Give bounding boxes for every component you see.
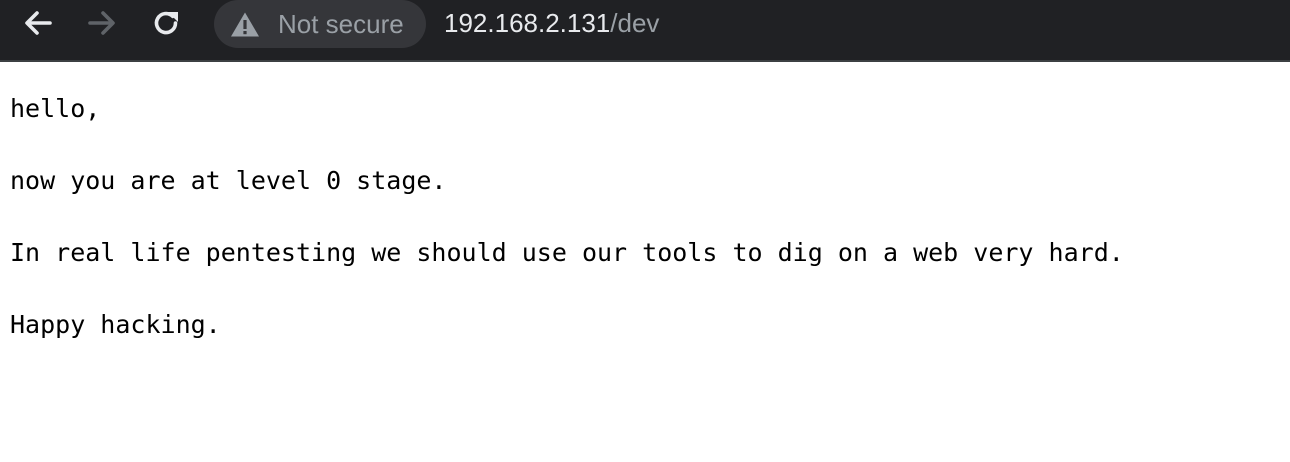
warning-triangle-icon [230, 10, 260, 38]
reload-icon [154, 11, 178, 35]
forward-button[interactable] [84, 7, 120, 39]
arrow-right-icon [88, 11, 115, 35]
text-line-level: now you are at level 0 stage. [10, 166, 447, 195]
security-indicator[interactable]: Not secure [214, 0, 426, 48]
url-host: 192.168.2.131 [444, 8, 611, 38]
back-button[interactable] [20, 7, 56, 39]
url-path: /dev [610, 8, 660, 38]
address-bar[interactable]: Not secure 192.168.2.131/dev [214, 0, 1290, 48]
browser-toolbar: Not secure 192.168.2.131/dev [0, 0, 1290, 62]
text-line-advice: In real life pentesting we should use ou… [10, 238, 1124, 267]
security-label: Not secure [278, 8, 404, 39]
url-text[interactable]: 192.168.2.131/dev [444, 0, 659, 46]
reload-button[interactable] [148, 7, 184, 39]
arrow-left-icon [25, 11, 52, 35]
text-line-signoff: Happy hacking. [10, 310, 221, 339]
page-content: hello, now you are at level 0 stage. In … [0, 64, 1290, 462]
text-line-greeting: hello, [10, 94, 101, 123]
